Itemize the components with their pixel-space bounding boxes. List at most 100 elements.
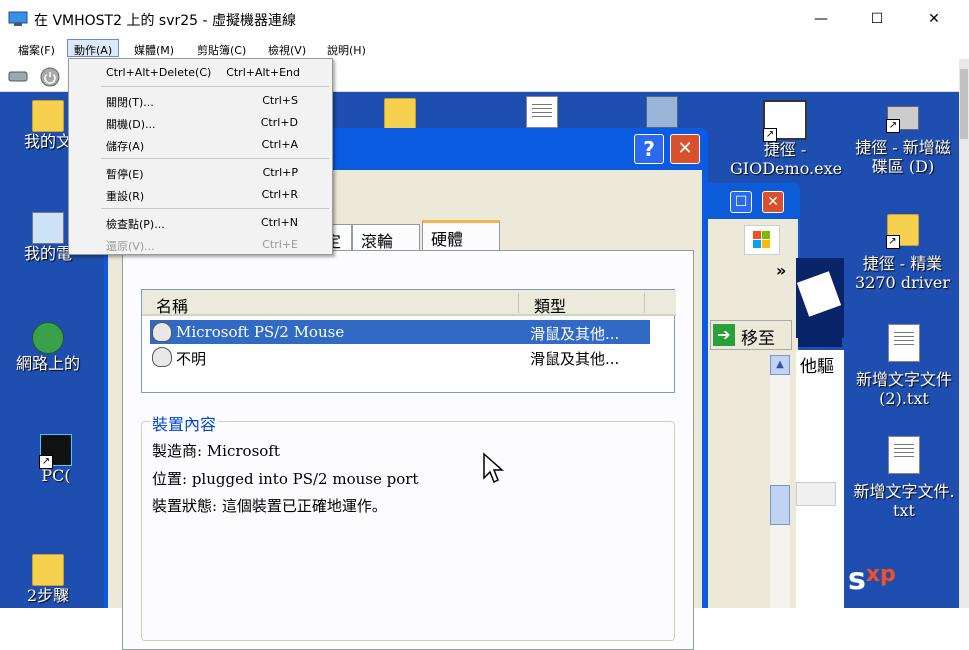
desktop-icon-folder[interactable] [375,98,425,130]
desktop-icon-giodemo[interactable]: ↗ 捷徑 - GIODemo.exe [730,100,843,178]
group-legend: 裝置內容 [150,411,219,435]
maximize-icon: ☐ [870,11,884,27]
menu-item-checkpoint[interactable]: 檢查點(P)... Ctrl+N [70,211,332,233]
minimize-icon: — [814,11,828,27]
menu-clipboard[interactable]: 剪貼簿(C) [191,40,252,58]
explorer-banner-image [796,258,844,338]
menu-action[interactable]: 動作(A) [67,39,120,57]
arrow-right-icon: ➔ [713,324,735,346]
desktop-icon-label: 網路上的 [15,354,80,373]
manufacturer-text: 製造商: Microsoft [152,442,280,460]
chevron-icon[interactable]: » [776,261,786,280]
drive-icon: ↗ [886,106,919,133]
folder-icon [32,554,64,586]
hardware-tab-page: 名稱 類型 Microsoft PS/2 Mouse 滑鼠及其他... 不明 滑… [122,250,694,650]
menu-file[interactable]: 檔案(F) [12,40,61,58]
menu-item-save[interactable]: 儲存(A) Ctrl+A [70,133,332,155]
drive-illustration-icon [796,271,842,317]
menu-item-reset[interactable]: 重設(R) Ctrl+R [70,183,332,205]
desktop-icon-notepad[interactable] [517,96,567,128]
mouse-icon [152,322,172,342]
explorer-body: » ➔ 移至 ▲ [704,219,842,608]
desktop-icon-steps[interactable]: 2步驟 [0,554,96,605]
desktop-icon-label-line1: 捷徑 - 新增磁 [855,138,951,157]
help-button[interactable]: ? [634,134,664,164]
explorer-scrollbar[interactable] [770,375,790,608]
menu-media[interactable]: 媒體(M) [128,40,180,58]
tab-wheel[interactable]: 滾輪 [352,224,420,251]
desktop-icon-network[interactable]: 網路上的 [0,322,96,373]
menu-item-pause[interactable]: 暫停(E) Ctrl+P [70,161,332,183]
close-icon: ✕ [928,11,940,27]
close-icon: ✕ [677,138,693,159]
folder-icon [32,100,64,132]
menu-help[interactable]: 說明(H) [321,40,372,58]
windows-xp-logo: sxp [848,562,896,597]
shortcut-icon: ↗ [39,434,72,469]
device-status-text: 裝置狀態: 這個裝置已正確地運作。 [152,497,387,515]
device-name: 不明 [176,350,207,368]
windows-flag-icon [744,225,780,255]
maximize-button[interactable]: ☐ [730,191,752,213]
text-file-icon [526,96,558,128]
dialog-close-button[interactable]: ✕ [670,134,700,164]
window-title: 在 VMHOST2 上的 svr25 - 虛擬機器連線 [34,13,297,29]
desktop-icon-label-line1: 捷徑 - [763,140,807,159]
folder-icon [384,98,416,130]
menu-separator [101,86,329,87]
menu-view[interactable]: 檢視(V) [262,40,312,58]
device-row[interactable]: 不明 滑鼠及其他... [150,345,650,369]
explorer-window: ☐ ✕ » ➔ 移至 ▲ [700,183,842,608]
location-text: 位置: plugged into PS/2 mouse port [152,470,419,488]
tab-hardware[interactable]: 硬體 [422,220,500,251]
device-name: Microsoft PS/2 Mouse [176,323,345,341]
goto-button[interactable]: ➔ 移至 [710,320,792,350]
desktop-icon-label-line2: 碟區 (D) [871,157,935,176]
explorer-list-header [796,482,836,506]
explorer-scrollbar-thumb[interactable] [770,485,790,525]
device-type: 滑鼠及其他... [530,350,620,368]
desktop-icon-label-line1: 新增文字文件 [855,370,952,389]
device-row[interactable]: Microsoft PS/2 Mouse 滑鼠及其他... [150,320,650,344]
mouse-icon [152,347,172,367]
explorer-side-panel: 他驅 [796,350,844,608]
menu-separator [101,208,329,209]
close-button[interactable]: ✕ [762,191,784,213]
desktop-icon-label-line2: (2).txt [879,389,929,408]
ctrl-alt-del-icon[interactable] [8,69,28,83]
globe-icon [32,322,64,354]
device-list[interactable]: 名稱 類型 Microsoft PS/2 Mouse 滑鼠及其他... 不明 滑… [141,289,676,393]
desktop-icon-calculator[interactable] [637,96,687,128]
help-icon: ? [643,137,655,161]
close-button[interactable]: ✕ [905,0,963,38]
column-header-name[interactable]: 名稱 [156,293,188,317]
desktop-icon-label: PC( [41,466,71,485]
host-scrollbar-thumb[interactable] [960,69,968,139]
host-scrollbar[interactable] [959,59,969,608]
desktop-icon-new-text[interactable]: 新增文字文件. txt [850,436,958,520]
desktop-icon-pc[interactable]: ↗ PC( [8,434,104,485]
menu-item-shutdown[interactable]: 關機(D)... Ctrl+D [70,111,332,133]
power-icon[interactable] [40,67,60,87]
menu-item-ctrl-alt-delete[interactable]: Ctrl+Alt+Delete(C) Ctrl+Alt+End [70,61,332,83]
desktop-icon-label-line1: 新增文字文件. [853,482,955,501]
minimize-button[interactable]: — [792,0,850,38]
desktop-icon-label-line2: txt [893,501,915,520]
scroll-up-button[interactable]: ▲ [770,355,790,375]
desktop-icon-label-line2: GIODemo.exe [730,159,843,178]
device-list-header: 名稱 類型 [142,290,676,316]
desktop-icon-new-drive[interactable]: ↗ 捷徑 - 新增磁 碟區 (D) [845,106,959,176]
desktop-icon-3270-driver[interactable]: ↗ 捷徑 - 精業 3270 driver [850,214,955,292]
menu-item-close[interactable]: 關閉(T)... Ctrl+S [70,89,332,111]
device-type: 滑鼠及其他... [530,325,620,343]
folder-icon: ↗ [885,214,919,249]
calculator-icon [646,96,678,128]
menu-separator [101,158,329,159]
desktop-icon-new-text-2[interactable]: 新增文字文件 (2).txt [850,324,958,408]
text-file-icon [888,324,920,362]
vm-connection-icon [8,11,28,26]
column-header-type[interactable]: 類型 [534,293,566,317]
maximize-button[interactable]: ☐ [848,0,906,38]
window-titlebar: 在 VMHOST2 上的 svr25 - 虛擬機器連線 — ☐ ✕ [0,0,969,38]
desktop-icon-label: 2步驟 [26,586,70,605]
